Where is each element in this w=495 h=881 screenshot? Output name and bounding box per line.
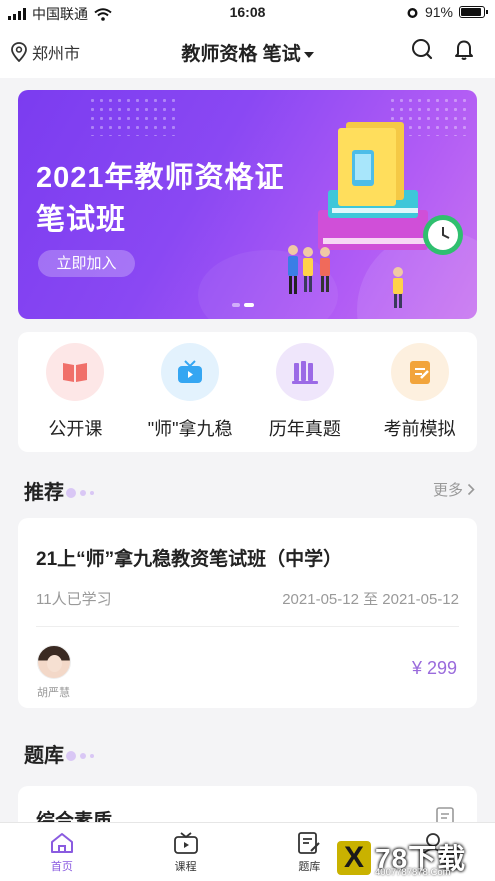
banner-subtitle: 笔试班 (36, 204, 127, 236)
open-class-icon-bg (46, 343, 105, 401)
status-right: 91% (406, 4, 488, 20)
book-icon (63, 363, 88, 382)
quick-link-mock-exam[interactable]: 考前模拟 (362, 332, 477, 452)
top-navbar: 郑州市 教师资格 笔试 (0, 26, 495, 78)
battery-percent: 91% (424, 4, 453, 20)
course-dates: 2021-05-12 至 2021-05-12 (282, 591, 459, 608)
chevron-right-icon (467, 483, 475, 496)
tab-courses[interactable]: 课程 (124, 823, 248, 881)
site-watermark: X 78下载 4007787878.Com (335, 835, 495, 881)
quick-link-past-papers[interactable]: 历年真题 (248, 332, 363, 452)
more-label: 更多 (432, 482, 463, 499)
library-icon (291, 361, 318, 384)
tab-label: 课程 (174, 861, 197, 873)
course-tv-icon (173, 832, 198, 854)
course-card[interactable]: 21上“师”拿九稳教资笔试班（中学） 11人已学习 2021-05-12 至 2… (18, 518, 477, 708)
banner-illustration (288, 122, 463, 308)
quick-link-label: 考前模拟 (383, 419, 456, 439)
watermark-logo-icon: X (337, 841, 371, 875)
banner-pager (232, 303, 254, 307)
course-learners: 11人已学习 (36, 591, 112, 608)
tv-icon (178, 360, 203, 383)
sure-pass-icon-bg (161, 343, 220, 401)
quick-links: 公开课 "师"拿九稳 历年真题 考前模拟 (18, 332, 477, 452)
banner-title: 2021年教师资格证 (36, 162, 285, 194)
mock-exam-icon-bg (390, 343, 449, 401)
caret-down-icon (303, 51, 314, 58)
pager-dot-active (244, 303, 254, 307)
recommend-section-title: 推荐 (24, 482, 64, 504)
tab-label: 首页 (50, 861, 73, 873)
more-link[interactable]: 更多 (433, 479, 475, 500)
question-bank-icon (298, 832, 321, 854)
home-icon (50, 833, 73, 853)
join-now-button[interactable]: 立即加入 (38, 250, 135, 277)
quick-link-sure-pass[interactable]: "师"拿九稳 (133, 332, 248, 452)
banner-dot-pattern (88, 96, 178, 136)
tab-label: 题库 (298, 861, 321, 873)
tab-home[interactable]: 首页 (0, 823, 124, 881)
teacher-name: 胡严慧 (37, 687, 70, 699)
quick-link-label: 历年真题 (268, 419, 341, 439)
search-icon[interactable] (411, 38, 433, 60)
status-bar: 中国联通 16:08 91% (0, 0, 495, 26)
pager-dot (232, 303, 240, 307)
alarm-icon (407, 7, 418, 18)
course-title: 21上“师”拿九稳教资笔试班（中学） (36, 549, 343, 570)
exam-title: 教师资格 笔试 (181, 44, 301, 65)
watermark-site: 4007787878.Com (375, 867, 451, 878)
quick-link-label: "师"拿九稳 (147, 419, 233, 439)
divider (36, 626, 459, 627)
course-price: ¥ 299 (411, 658, 457, 678)
quick-link-open-class[interactable]: 公开课 (18, 332, 133, 452)
past-papers-icon-bg (275, 343, 334, 401)
quick-link-label: 公开课 (48, 419, 103, 439)
question-bank-section-title: 题库 (24, 745, 64, 767)
bell-icon[interactable] (453, 38, 475, 60)
battery-fill (461, 8, 482, 16)
notepad-icon (409, 361, 430, 384)
promo-banner[interactable]: 2021年教师资格证 笔试班 立即加入 (18, 90, 477, 319)
section-title-decoration (66, 488, 94, 498)
battery-icon (459, 6, 488, 18)
teacher-avatar (37, 645, 71, 679)
section-title-decoration (66, 751, 94, 761)
